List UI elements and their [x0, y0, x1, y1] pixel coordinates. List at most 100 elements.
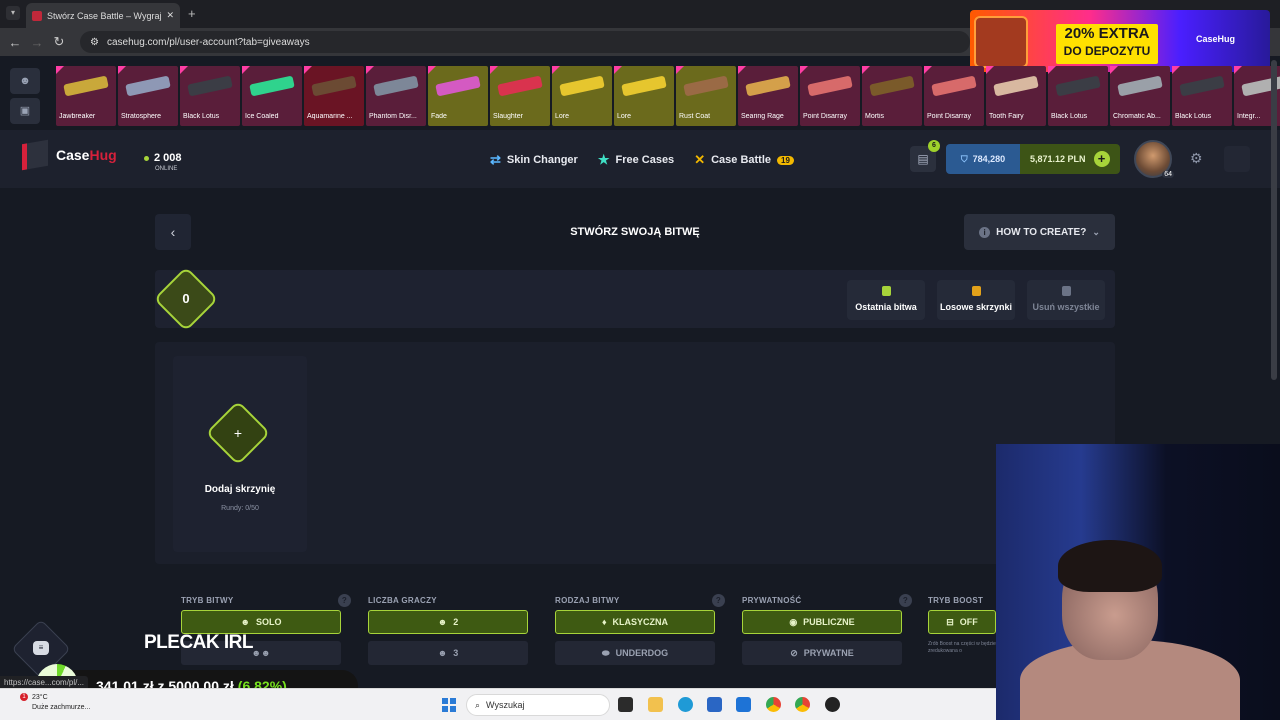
store-icon[interactable] [707, 697, 722, 712]
site-info-icon[interactable]: ⚙ [90, 37, 99, 48]
add-case-label: Dodaj skrzynię [204, 484, 276, 495]
weapon-skin-icon [559, 75, 605, 97]
coins-balance[interactable]: ⛉ 784,280 [946, 144, 1020, 174]
task-view-icon[interactable] [618, 697, 633, 712]
mail-icon[interactable] [736, 697, 751, 712]
live-drop-item[interactable]: Phantom Disr... [366, 66, 426, 126]
back-button[interactable]: ‹ [155, 214, 191, 250]
rarity-corner-icon [924, 66, 932, 74]
live-drop-item[interactable]: Lore [614, 66, 674, 126]
weapon-skin-icon [993, 75, 1039, 97]
nav-free-cases[interactable]: ★ Free Cases [598, 152, 674, 168]
live-drop-item[interactable]: Black Lotus [1048, 66, 1108, 126]
live-drop-item[interactable]: Lore [552, 66, 612, 126]
live-drop-item[interactable]: Tooth Fairy [986, 66, 1046, 126]
windows-taskbar: 1 23°C Duże zachmurze... ⌕ Wyszukaj [0, 688, 1000, 720]
url-field[interactable]: ⚙ casehug.com/pl/user-account?tab=giveaw… [80, 31, 970, 53]
weapon-skin-icon [1055, 75, 1101, 97]
how-to-create-dropdown[interactable]: i HOW TO CREATE? ⌄ [964, 214, 1115, 250]
browser-tab[interactable]: Stwórz Case Battle – Wygraj sk ✕ [26, 3, 180, 28]
case-filter-icon[interactable]: ▣ [10, 98, 40, 124]
user-filter-icon[interactable]: ☻ [10, 68, 40, 94]
live-drop-item[interactable]: Aquamarine ... [304, 66, 364, 126]
windows-start-icon[interactable] [442, 698, 456, 712]
deposit-plus-icon[interactable]: + [1093, 151, 1110, 167]
option-label: 3 [453, 648, 459, 658]
tab-title: Stwórz Case Battle – Wygraj sk [47, 10, 162, 21]
option-title: PRYWATNOŚĆ [742, 595, 802, 605]
help-icon[interactable]: ? [338, 593, 351, 607]
players-3-button[interactable]: ☻ 3 [368, 641, 528, 665]
file-explorer-icon[interactable] [648, 697, 663, 712]
boost-off-button[interactable]: ⊟ OFF [928, 610, 996, 634]
live-drop-item[interactable]: Slaughter [490, 66, 550, 126]
weapon-skin-icon [807, 75, 853, 97]
back-icon[interactable]: ← [4, 35, 26, 50]
live-drop-item[interactable]: Stratosphere [118, 66, 178, 126]
chrome-active-icon[interactable] [795, 697, 810, 712]
option-label: OFF [959, 617, 978, 627]
option-boost: TRYB BOOST ⊟ OFF Zrób Boost na części w b… [928, 590, 998, 655]
gift-button[interactable]: ▤ 6 [910, 140, 940, 172]
taskbar-search[interactable]: ⌕ Wyszukaj [466, 694, 610, 716]
battle-create-header: STWÓRZ SWOJĄ BITWĘ ‹ i HOW TO CREATE? ⌄ [155, 214, 1115, 252]
live-drop-item[interactable]: Black Lotus [1172, 66, 1232, 126]
rarity-corner-icon [614, 66, 622, 74]
promo-banner[interactable]: 20% EXTRA DO DEPOZYTU CaseHug [970, 10, 1270, 72]
live-drop-item[interactable]: Chromatic Ab... [1110, 66, 1170, 126]
close-tab-icon[interactable]: ✕ [166, 10, 174, 21]
option-label: KLASYCZNA [612, 617, 669, 627]
live-drop-item[interactable]: Fade [428, 66, 488, 126]
tab-search-button[interactable]: ▾ [6, 6, 20, 20]
live-drop-item[interactable]: Mortis [862, 66, 922, 126]
trash-icon [1061, 286, 1071, 296]
remove-all-button[interactable]: Usuń wszystkie [1027, 280, 1105, 320]
option-title: RODZAJ BITWY [555, 595, 620, 605]
menu-button[interactable] [1224, 146, 1250, 172]
reload-icon[interactable]: ↻ [48, 34, 70, 50]
avatar[interactable]: 64 [1134, 140, 1174, 178]
help-icon[interactable]: ? [899, 593, 912, 607]
swords-icon: ✕ [694, 152, 706, 167]
page-scrollbar[interactable] [1271, 60, 1277, 380]
weather-widget[interactable]: 1 23°C Duże zachmurze... [14, 693, 90, 713]
players-2-button[interactable]: ☻ 2 [368, 610, 528, 634]
random-cases-button[interactable]: Losowe skrzynki [937, 280, 1015, 320]
weapon-skin-icon [1179, 75, 1225, 97]
new-tab-button[interactable]: + [188, 6, 196, 21]
rarity-corner-icon [366, 66, 374, 74]
help-icon[interactable]: ? [712, 593, 725, 607]
last-battle-button[interactable]: Ostatnia bitwa [847, 280, 925, 320]
gear-icon[interactable]: ⚙ [1190, 150, 1203, 167]
rarity-corner-icon [986, 66, 994, 74]
live-drop-item[interactable]: Searing Rage [738, 66, 798, 126]
live-drop-item[interactable]: Black Lotus [180, 66, 240, 126]
privacy-private-button[interactable]: ⊘ PRYWATNE [742, 641, 902, 665]
drop-name: Black Lotus [1051, 113, 1088, 120]
type-underdog-button[interactable]: ⬬ UNDERDOG [555, 641, 715, 665]
forward-icon[interactable]: → [26, 35, 48, 50]
edge-icon[interactable] [678, 697, 693, 712]
weapon-skin-icon [311, 75, 357, 97]
battle-cost: 0 [182, 291, 190, 306]
add-case-card[interactable]: + Dodaj skrzynię Rundy: 0/50 [173, 356, 307, 552]
wallet-balance[interactable]: 5,871.12 PLN + [1020, 144, 1120, 174]
rarity-corner-icon [738, 66, 746, 74]
live-drop-item[interactable]: Jawbreaker [56, 66, 116, 126]
app-icon[interactable] [825, 697, 840, 712]
live-drop-item[interactable]: Point Disarray [924, 66, 984, 126]
quick-action-label: Ostatnia bitwa [855, 302, 917, 312]
chrome-icon[interactable] [766, 697, 781, 712]
option-privacy: PRYWATNOŚĆ? ◉ PUBLICZNE ⊘ PRYWATNE [742, 590, 912, 672]
mode-solo-button[interactable]: ☻ SOLO [181, 610, 341, 634]
rarity-corner-icon [490, 66, 498, 74]
nav-case-battle[interactable]: ✕ Case Battle 19 [694, 152, 794, 168]
live-drop-item[interactable]: Rust Coat [676, 66, 736, 126]
nav-skin-changer[interactable]: ⇄ Skin Changer [490, 152, 578, 168]
live-drop-item[interactable]: Point Disarray [800, 66, 860, 126]
privacy-public-button[interactable]: ◉ PUBLICZNE [742, 610, 902, 634]
casehug-logo[interactable]: CaseHug [22, 139, 117, 171]
live-drop-item[interactable]: Ice Coaled [242, 66, 302, 126]
type-classic-button[interactable]: ♦ KLASYCZNA [555, 610, 715, 634]
logo-text-a: Case [56, 147, 90, 163]
